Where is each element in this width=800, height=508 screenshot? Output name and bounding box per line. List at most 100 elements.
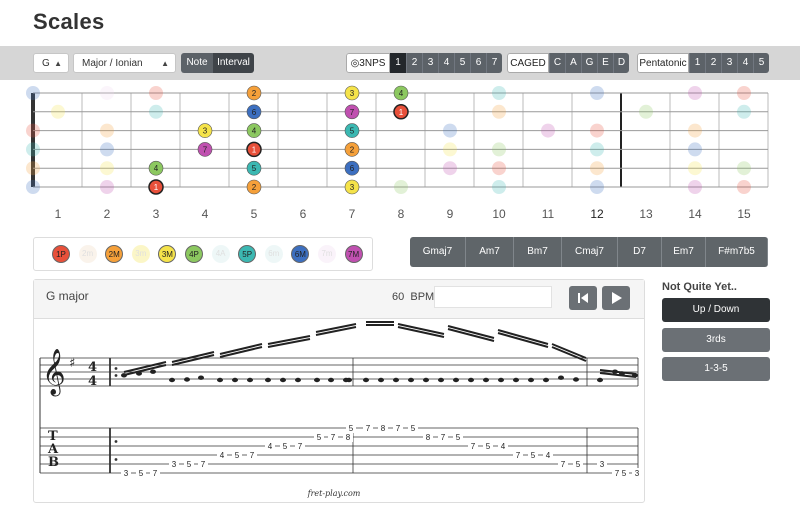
- fretboard-note[interactable]: 1: [148, 179, 164, 195]
- pentatonic-position-3[interactable]: 3: [721, 53, 737, 73]
- legend-item-4p[interactable]: 4P: [185, 245, 203, 263]
- thirds-button[interactable]: 3rds: [662, 328, 770, 352]
- nps-position-7[interactable]: 7: [486, 53, 502, 73]
- play-icon: [612, 292, 622, 304]
- bpm-label: 60 BPM: [392, 291, 434, 303]
- legend-item-7m[interactable]: 7m: [318, 245, 336, 263]
- legend-item-2m[interactable]: 2M: [105, 245, 124, 263]
- bpm-input[interactable]: [434, 286, 552, 308]
- notehead: [513, 377, 519, 383]
- fretboard-note[interactable]: 6: [344, 160, 360, 176]
- chord-button[interactable]: Am7: [466, 237, 514, 267]
- key-select[interactable]: G ▲︎: [33, 53, 69, 73]
- note-label: 7: [350, 108, 355, 117]
- chord-button[interactable]: F#m7b5: [706, 237, 768, 267]
- fretboard-note[interactable]: 4: [148, 160, 164, 176]
- tab-fret-number: 5: [486, 442, 491, 451]
- score-footer: fret-play.com: [307, 489, 361, 498]
- chord-button[interactable]: Gmaj7: [410, 237, 466, 267]
- notehead: [346, 377, 352, 383]
- fretboard-note[interactable]: 3: [197, 123, 213, 138]
- caged-button[interactable]: CAGED: [507, 53, 549, 73]
- notehead: [280, 377, 286, 383]
- caged-shape-5[interactable]: D: [613, 53, 629, 73]
- fretboard-note[interactable]: 5: [344, 123, 360, 138]
- fretboard-note[interactable]: 3: [344, 179, 360, 195]
- nps-position-3[interactable]: 3: [422, 53, 438, 73]
- interval-mode-button[interactable]: Interval: [213, 53, 254, 73]
- nps-position-5[interactable]: 5: [454, 53, 470, 73]
- fretboard-note[interactable]: 7: [197, 142, 213, 157]
- legend-item-7m[interactable]: 7M: [344, 245, 363, 263]
- legend-item-4a[interactable]: 4A: [211, 245, 230, 263]
- fretboard-note[interactable]: 5: [246, 160, 262, 176]
- caged-shape-3[interactable]: G: [581, 53, 597, 73]
- legend-item-3m[interactable]: 3m: [131, 245, 150, 263]
- fret-number: 15: [737, 207, 751, 221]
- chord-button[interactable]: Cmaj7: [562, 237, 618, 267]
- caged-shape-4[interactable]: E: [597, 53, 613, 73]
- note-mode-button[interactable]: Note: [181, 53, 213, 73]
- notehead: [363, 377, 369, 383]
- pentatonic-position-4[interactable]: 4: [737, 53, 753, 73]
- faded-note-marker: [26, 142, 40, 157]
- fretboard-note[interactable]: 1: [393, 104, 409, 120]
- fretboard-note[interactable]: 3: [344, 85, 360, 101]
- sidebar-heading: Not Quite Yet..: [662, 281, 737, 293]
- pentatonic-position-2[interactable]: 2: [705, 53, 721, 73]
- legend-item-6m[interactable]: 6M: [291, 245, 310, 263]
- notehead: [232, 377, 238, 383]
- fretboard-note[interactable]: 2: [246, 85, 262, 101]
- legend-item-1p[interactable]: 1P: [52, 245, 70, 263]
- faded-note-marker: [100, 161, 114, 176]
- pentatonic-position-1[interactable]: 1: [689, 53, 705, 73]
- updown-caret-icon: ▲︎: [54, 59, 62, 68]
- fret-number: 6: [299, 207, 307, 221]
- up-down-button[interactable]: Up / Down: [662, 298, 770, 322]
- fret-number: 12: [590, 207, 604, 221]
- note-beam: [551, 343, 587, 359]
- play-button[interactable]: [602, 286, 630, 310]
- legend-item-6m[interactable]: 6m: [264, 245, 283, 263]
- legend-item-3m[interactable]: 3M: [158, 245, 177, 263]
- tab-fret-number: 3: [635, 469, 640, 478]
- player-header: G major 60 BPM: [34, 280, 644, 319]
- nps-position-6[interactable]: 6: [470, 53, 486, 73]
- tab-fret-number: 5: [531, 451, 536, 460]
- fretboard-note[interactable]: 1: [246, 141, 262, 158]
- skip-back-button[interactable]: [569, 286, 597, 310]
- caged-shape-2[interactable]: A: [565, 53, 581, 73]
- pentatonic-position-5[interactable]: 5: [753, 53, 769, 73]
- tab-fret-number: 8: [426, 433, 431, 442]
- nps-position-2[interactable]: 2: [406, 53, 422, 73]
- faded-note-marker: [100, 123, 114, 138]
- pentatonic-button[interactable]: Pentatonic: [637, 53, 689, 73]
- fretboard-note[interactable]: 2: [344, 142, 360, 157]
- fretboard-note[interactable]: 6: [246, 104, 262, 120]
- fretboard-note[interactable]: 4: [246, 123, 262, 138]
- faded-note-marker: [688, 180, 702, 194]
- faded-note-marker: [149, 86, 163, 100]
- scale-select[interactable]: Major / Ionian ▲︎: [73, 53, 176, 73]
- fretboard-note[interactable]: 4: [393, 85, 409, 101]
- player-panel: G major 60 BPM 𝄞 ♯ 4 4 T A B 3 5 7 3 5 7 4 5 7 4 5 7 5 7 8 5 7 8…: [33, 279, 645, 503]
- fretboard-note[interactable]: 7: [344, 104, 360, 120]
- sharp-icon: ♯: [69, 356, 75, 371]
- fret-number: 7: [348, 207, 356, 221]
- faded-note-marker: [492, 142, 506, 157]
- chord-button[interactable]: D7: [618, 237, 662, 267]
- chord-button[interactable]: Bm7: [514, 237, 562, 267]
- fretboard-note[interactable]: 2: [246, 179, 262, 195]
- notehead: [573, 377, 579, 382]
- nps-button[interactable]: ◎3NPS: [346, 53, 390, 73]
- notehead: [597, 377, 603, 383]
- legend-item-5p[interactable]: 5P: [238, 245, 257, 263]
- caged-shape-1[interactable]: C: [549, 53, 565, 73]
- one-three-five-button[interactable]: 1-3-5: [662, 357, 770, 381]
- faded-note-marker: [590, 142, 604, 157]
- tab-fret-number: 4: [220, 451, 225, 460]
- chord-button[interactable]: Em7: [662, 237, 706, 267]
- nps-position-4[interactable]: 4: [438, 53, 454, 73]
- legend-item-2m[interactable]: 2m: [78, 245, 97, 263]
- nps-position-1[interactable]: 1: [390, 53, 406, 73]
